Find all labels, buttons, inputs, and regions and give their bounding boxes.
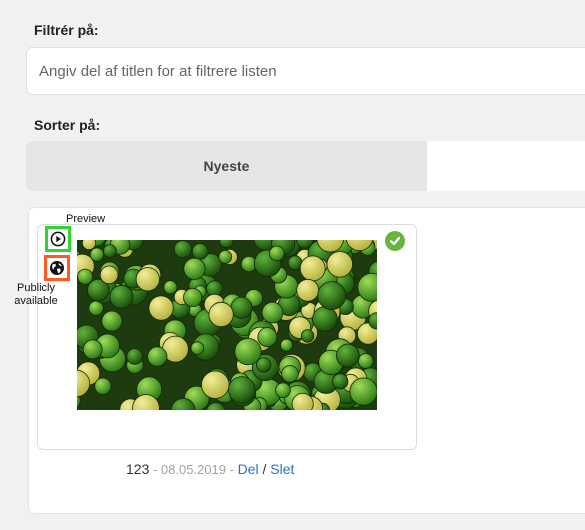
sort-tab-newest[interactable]: Nyeste <box>26 141 427 191</box>
filter-input[interactable] <box>26 47 585 95</box>
fruit <box>126 348 143 365</box>
fruit <box>99 265 119 285</box>
fruit <box>201 370 230 400</box>
public-status-button[interactable] <box>44 255 70 281</box>
fruit <box>296 278 320 302</box>
selected-check-icon <box>385 231 405 251</box>
fruit <box>101 310 123 332</box>
fruit <box>269 245 285 262</box>
fruit <box>173 240 193 259</box>
fruit <box>335 343 360 368</box>
caption-separator: - <box>149 462 161 477</box>
fruit <box>183 257 206 280</box>
fruit <box>81 240 97 251</box>
sort-tab-other[interactable] <box>427 141 585 191</box>
fruit <box>357 353 374 369</box>
fruit <box>349 377 377 406</box>
fruit <box>300 329 315 343</box>
media-thumbnail[interactable] <box>77 240 377 410</box>
fruit <box>208 301 234 328</box>
fruit <box>234 338 262 366</box>
media-date: 08.05.2019 <box>160 462 226 477</box>
fruit <box>183 287 203 308</box>
globe-icon <box>50 261 64 275</box>
fruit <box>299 255 326 282</box>
fruit <box>147 346 168 367</box>
fruit <box>275 382 291 399</box>
media-caption: 123 - 08.05.2019 - Del / Slet <box>126 461 294 477</box>
fruit <box>230 296 253 319</box>
fruit <box>257 327 278 347</box>
sort-tabs: Nyeste <box>26 141 585 191</box>
fruit <box>332 373 349 390</box>
fruit <box>312 306 338 332</box>
media-id: 123 <box>126 461 150 477</box>
fruit <box>317 281 347 310</box>
preview-annotation: Preview <box>66 213 106 225</box>
fruit <box>82 339 103 360</box>
preview-button[interactable] <box>45 226 71 252</box>
delete-link[interactable]: Slet <box>270 461 294 477</box>
fruit <box>291 392 314 410</box>
fruit <box>191 243 209 260</box>
fruit <box>281 365 299 383</box>
sort-label: Sorter på: <box>34 117 101 133</box>
fruit <box>326 251 353 278</box>
fruit <box>103 244 117 259</box>
fruit <box>218 249 233 264</box>
filter-label: Filtrér på: <box>34 22 99 38</box>
fruit <box>261 301 284 324</box>
fruit <box>109 284 134 309</box>
public-annotation: Publicly available <box>14 282 58 307</box>
caption-separator: - <box>226 462 238 477</box>
fruit <box>148 295 174 321</box>
fruit <box>94 377 112 395</box>
fruit <box>163 280 178 295</box>
fruit <box>135 267 160 292</box>
fruit <box>280 338 293 352</box>
fruit <box>228 376 256 404</box>
share-link[interactable]: Del <box>238 461 259 477</box>
fruit <box>190 341 205 355</box>
media-library-page: Filtrér på: Sorter på: Nyeste <box>0 0 585 530</box>
link-slash: / <box>258 461 271 477</box>
play-circle-icon <box>50 231 66 247</box>
